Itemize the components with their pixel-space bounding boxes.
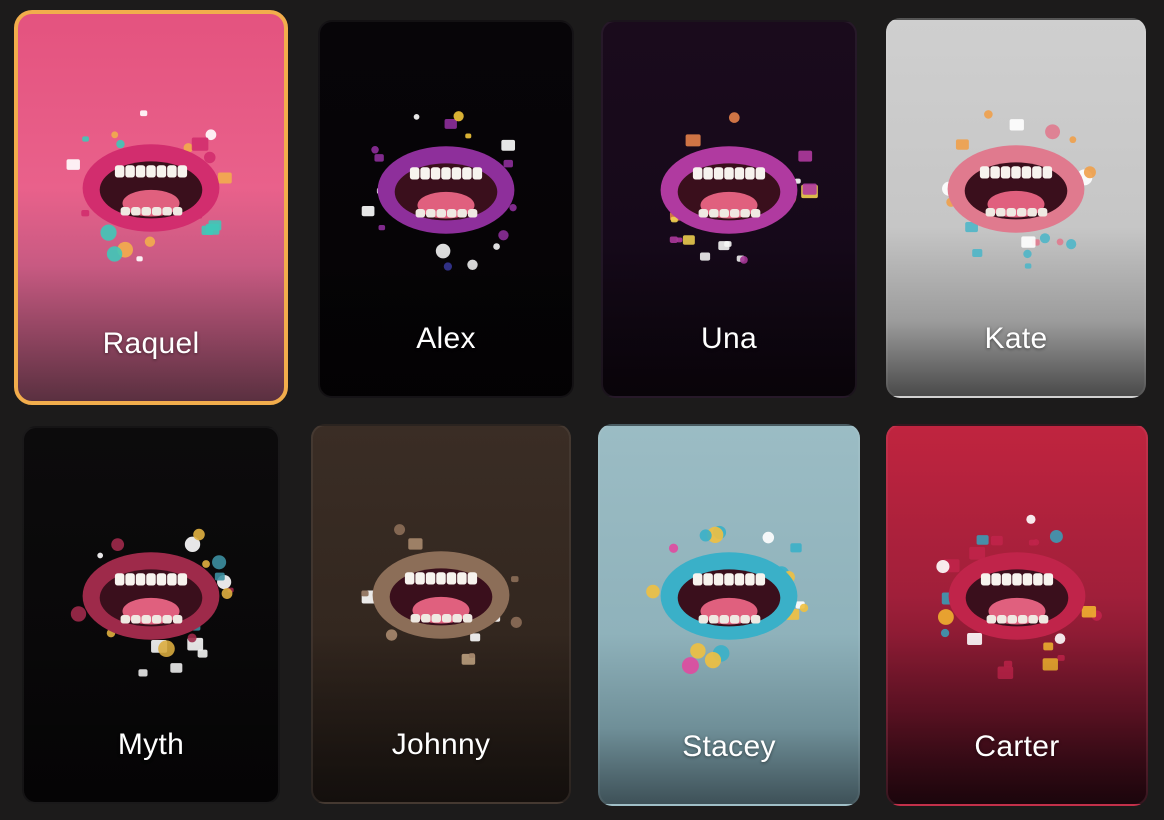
card-label: Carter — [974, 730, 1060, 763]
card-label: Myth — [117, 728, 185, 761]
card-fade — [320, 227, 572, 396]
card-kate[interactable]: Kate — [886, 18, 1146, 398]
character-grid: Raquel Alex Una Kate Myth Johnny Stacey … — [0, 0, 1164, 820]
card-label: Kate — [984, 322, 1048, 355]
card-johnny[interactable]: Johnny — [311, 424, 571, 804]
card-label: Raquel — [102, 327, 200, 360]
card-fade — [888, 227, 1144, 396]
card-label: Una — [701, 322, 757, 355]
card-fade — [313, 632, 569, 802]
card-raquel[interactable]: Raquel — [14, 10, 288, 405]
card-label: Alex — [416, 322, 476, 355]
card-fade — [24, 633, 278, 802]
card-fade — [18, 227, 284, 401]
card-fade — [888, 633, 1146, 804]
card-stacey[interactable]: Stacey — [598, 424, 860, 806]
card-alex[interactable]: Alex — [318, 20, 574, 398]
card-label: Johnny — [391, 728, 491, 761]
card-fade — [603, 227, 855, 396]
card-una[interactable]: Una — [601, 20, 857, 398]
card-myth[interactable]: Myth — [22, 426, 280, 804]
card-fade — [600, 634, 858, 804]
card-carter[interactable]: Carter — [886, 424, 1148, 806]
card-label: Stacey — [682, 730, 776, 763]
